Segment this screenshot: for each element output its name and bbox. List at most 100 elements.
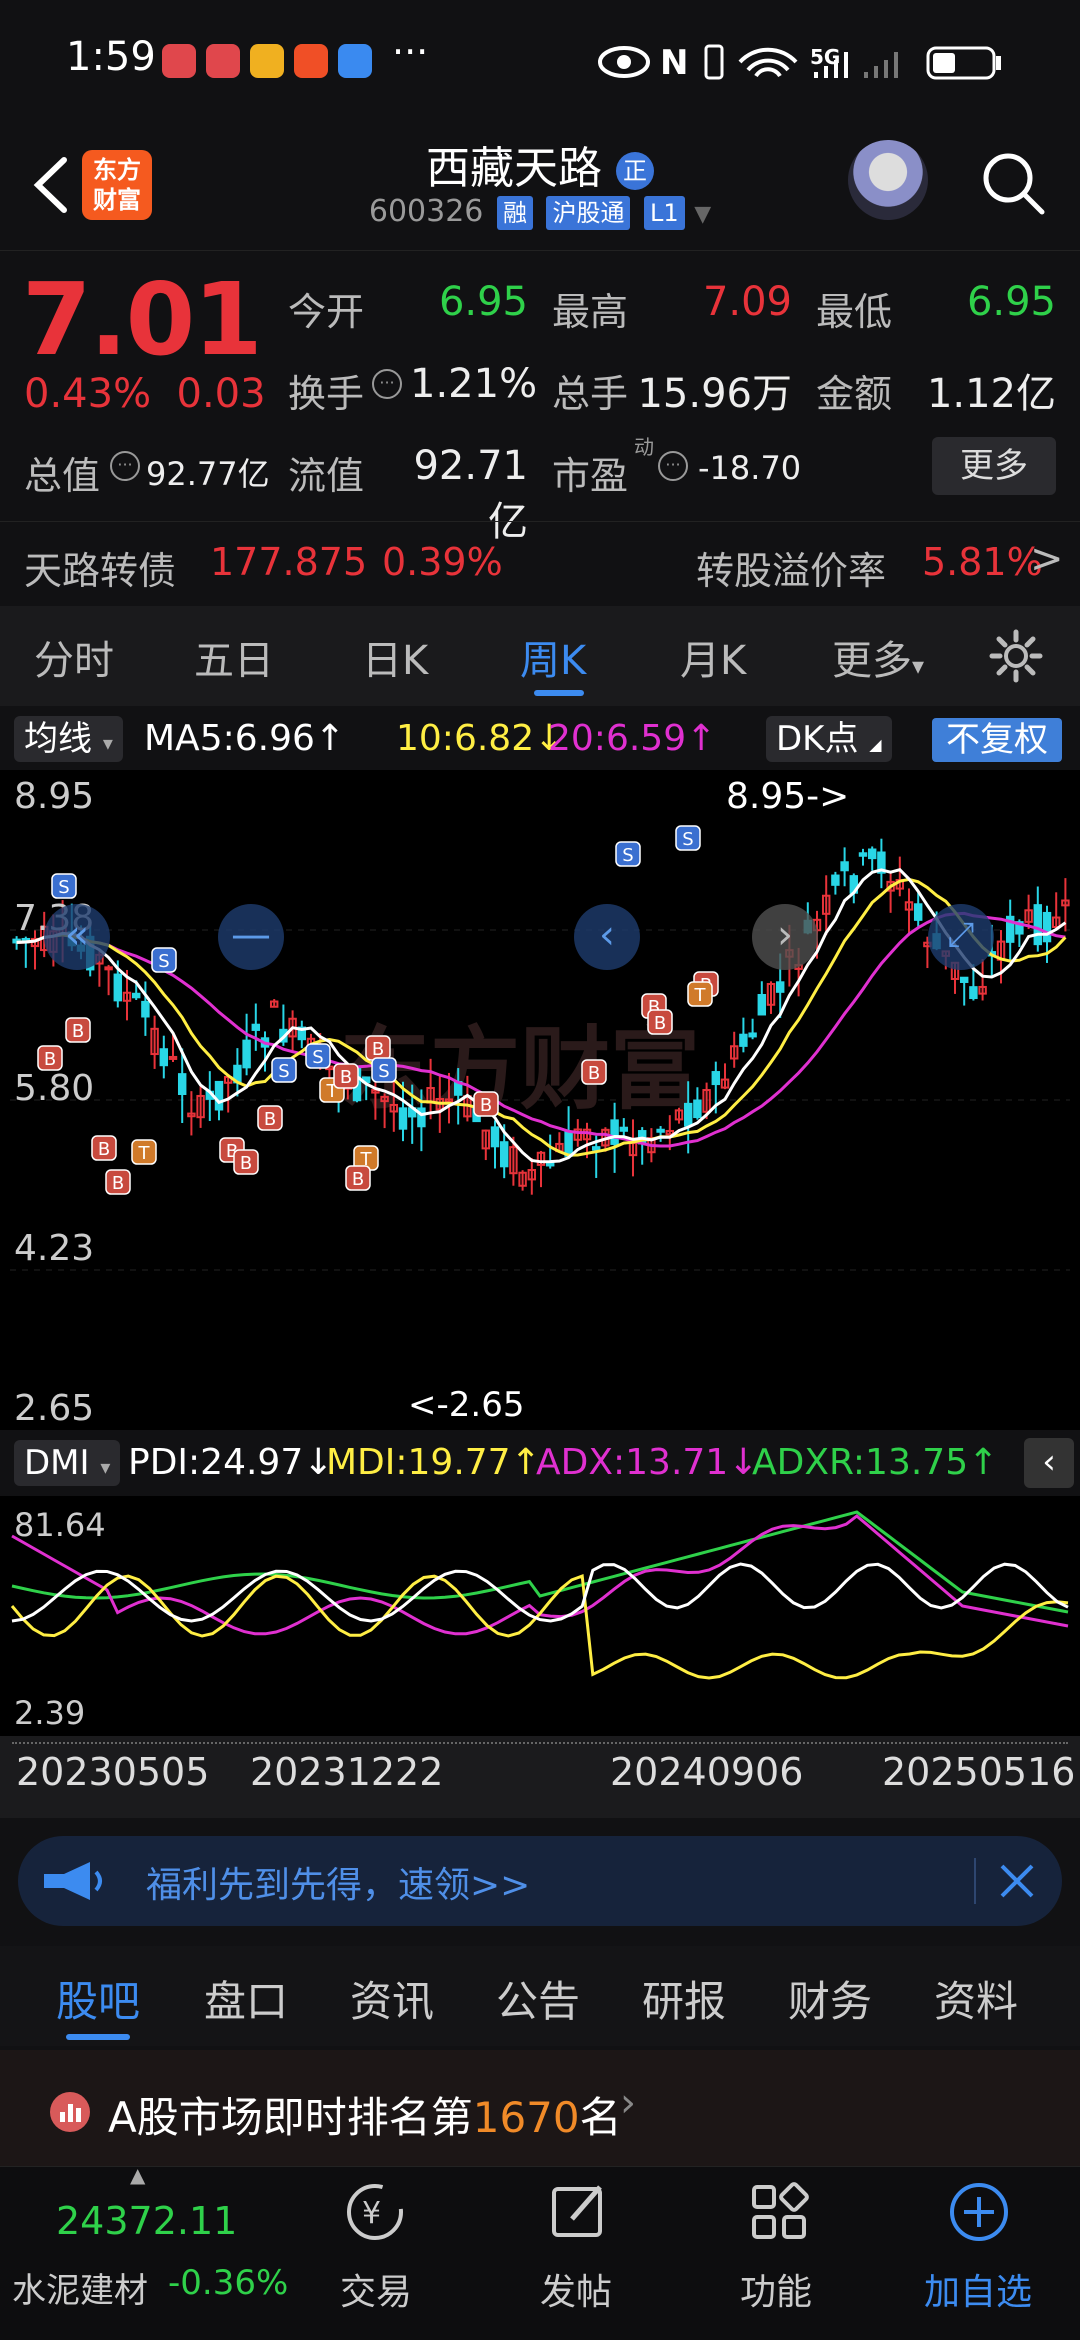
ma-selector[interactable]: 均线 ▾ (14, 716, 123, 762)
post-icon[interactable] (544, 2177, 614, 2247)
zoom-out-icon[interactable]: — (218, 904, 284, 970)
scroll-right-icon[interactable]: › (752, 904, 818, 970)
pe-value: -18.70 (698, 449, 802, 487)
section-tabs: 股吧 盘口 资讯 公告 研报 财务 资料 (0, 1946, 1080, 2046)
info-icon[interactable]: ··· (110, 451, 140, 481)
collapse-icon[interactable]: ‹ (1024, 1438, 1074, 1488)
amount-value: 1.12亿 (926, 371, 1056, 417)
tab-news[interactable]: 资讯 (350, 1968, 434, 2029)
signal-letter: T (138, 1143, 151, 1164)
y-label-3: 5.80 (14, 1068, 94, 1109)
trade-label[interactable]: 交易 (340, 2263, 412, 2315)
nfc-icon: N (660, 43, 688, 83)
scroll-to-start-icon[interactable]: « (44, 904, 110, 970)
change-abs: 0.03 (176, 371, 266, 417)
amount-label: 金额 (816, 372, 893, 416)
weekly-k-chart[interactable]: 东方财富 SBBBBTSBBBSSTBBSTBBBSBBSBT 8.95 7.3… (0, 770, 1080, 1430)
signal-letter: B (372, 1039, 384, 1060)
functions-icon[interactable] (744, 2177, 814, 2247)
info-icon[interactable]: ··· (372, 369, 402, 399)
low-label: 最低 (816, 290, 893, 334)
info-icon[interactable]: ··· (658, 451, 688, 481)
sector-index[interactable]: ▲ 24372.11 水泥建材 -0.36% (0, 2163, 288, 2340)
more-button[interactable]: 更多 (932, 437, 1056, 495)
post-label[interactable]: 发帖 (540, 2263, 612, 2315)
mktcap-value: 92.77亿 (146, 455, 270, 493)
candle-body (693, 1099, 702, 1119)
svg-text:¥: ¥ (362, 2196, 381, 2231)
level-tag: L1 (644, 195, 685, 230)
stock-name: 西藏天路 (426, 143, 602, 194)
period-tabs: 分时 五日 日K 周K 月K 更多▾ (0, 606, 1080, 706)
search-icon[interactable] (978, 148, 1048, 218)
mdi-value: MDI:19.77↑ (326, 1442, 541, 1483)
candle-body (656, 1128, 665, 1133)
bond-price: 177.875 (210, 540, 368, 584)
tab-five-day[interactable]: 五日 (194, 628, 274, 686)
tab-profile[interactable]: 资料 (934, 1968, 1018, 2029)
dk-point-button[interactable]: DK点 ◢ (766, 716, 892, 762)
tab-forum[interactable]: 股吧 (56, 1968, 140, 2029)
trade-icon[interactable]: ¥ (340, 2177, 410, 2247)
tab-order-book[interactable]: 盘口 (204, 1968, 288, 2029)
low-value: 6.95 (966, 279, 1056, 325)
signal-letter: S (682, 829, 693, 850)
tab-weekly-k[interactable]: 周K (520, 628, 586, 686)
turnover-label: 换手 (288, 372, 365, 416)
status-icons: N 5G (598, 43, 1001, 83)
candle-body (858, 852, 868, 857)
date-label: 20240906 (610, 1750, 804, 1794)
functions-label[interactable]: 功能 (740, 2263, 812, 2315)
tab-more[interactable]: 更多▾ (832, 628, 924, 686)
candle-body (831, 874, 840, 886)
assistant-robot-icon[interactable] (848, 140, 928, 220)
tab-intraday[interactable]: 分时 (34, 628, 114, 686)
candle-body (141, 1000, 150, 1018)
chevron-down-icon[interactable]: ▼ (694, 202, 711, 227)
tab-financials[interactable]: 财务 (788, 1968, 872, 2029)
signal-letter: B (264, 1109, 276, 1130)
scroll-left-icon[interactable]: ‹ (574, 904, 640, 970)
candle-body (159, 1048, 169, 1067)
add-watchlist-label[interactable]: 加自选 (924, 2263, 1032, 2315)
settings-gear-icon[interactable] (988, 628, 1044, 684)
rank-text: A股市场即时排名第1670名 (108, 2093, 622, 2142)
index-name: 水泥建材 (12, 2271, 148, 2311)
megaphone-icon (44, 1862, 102, 1900)
close-icon[interactable] (998, 1862, 1036, 1900)
dmi-selector[interactable]: DMI ▾ (14, 1440, 121, 1486)
status-bar: 1:59 ··· N 5G (0, 0, 1080, 120)
no-adjust-button[interactable]: 不复权 (932, 718, 1062, 762)
candle-body (499, 1141, 509, 1168)
candle-body (490, 1126, 500, 1148)
signal-letter: S (622, 845, 633, 866)
change-percent: 0.43% (24, 371, 152, 417)
signal2-icon (864, 52, 898, 78)
promo-banner[interactable]: 福利先到先得，速领>> (18, 1836, 1062, 1926)
tab-research[interactable]: 研报 (642, 1968, 726, 2029)
signal-letter: S (278, 1061, 289, 1082)
add-watchlist-icon[interactable] (944, 2177, 1014, 2247)
max-marker: 8.95-> (726, 776, 849, 817)
candle-body (959, 976, 969, 983)
market-rank-row[interactable]: A股市场即时排名第1670名 › (0, 2050, 1080, 2166)
candle-body (131, 992, 141, 999)
tab-announcements[interactable]: 公告 (496, 1968, 580, 2029)
chevron-right-icon: > (1030, 536, 1064, 582)
fullscreen-icon[interactable]: ⤢ (928, 904, 994, 970)
signal-letter: S (312, 1047, 323, 1068)
more-notifications-icon: ··· (392, 30, 429, 74)
signal-letter: B (72, 1021, 84, 1042)
tab-monthly-k[interactable]: 月K (680, 628, 746, 686)
candle-body (104, 966, 113, 971)
convertible-bond-row[interactable]: 天路转债 177.875 0.39% 转股溢价率 5.81% > (0, 521, 1080, 601)
weibo-icon (250, 44, 284, 78)
tab-daily-k[interactable]: 日K (362, 628, 428, 686)
candle-body (969, 986, 978, 1000)
mktcap-label: 总值 (24, 454, 101, 498)
candle-body (840, 861, 849, 872)
candle-body (610, 1119, 619, 1145)
promo-text[interactable]: 福利先到先得，速领>> (146, 1856, 530, 1908)
dmi-chart[interactable]: 81.64 2.39 (0, 1496, 1080, 1736)
connect-tag: 沪股通 (546, 195, 631, 230)
